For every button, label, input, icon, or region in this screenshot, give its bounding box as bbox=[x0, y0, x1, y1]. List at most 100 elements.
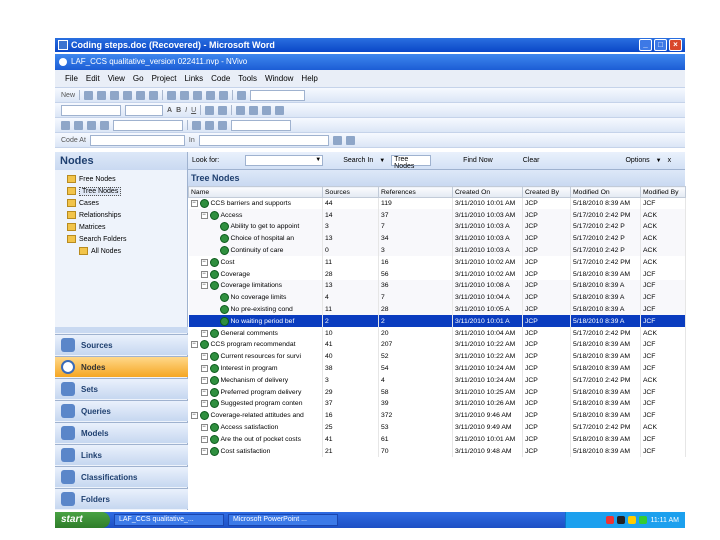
nav-models-button[interactable]: Models bbox=[55, 422, 188, 443]
dropdown-arrow-icon[interactable]: ▼ bbox=[656, 158, 662, 164]
find-now-button[interactable]: Find Now bbox=[463, 157, 493, 164]
table-row[interactable]: − Are the out of pocket costs 41 61 3/11/201… bbox=[188, 433, 686, 446]
expand-toggle-icon[interactable]: − bbox=[200, 388, 208, 396]
clock[interactable]: 11:11 AM bbox=[650, 517, 679, 524]
nav-queries-button[interactable]: Queries bbox=[55, 400, 188, 421]
code-at-dropdown[interactable] bbox=[89, 134, 185, 146]
paste-icon[interactable] bbox=[136, 90, 146, 100]
start-button[interactable]: start bbox=[55, 512, 110, 528]
print-icon[interactable] bbox=[97, 90, 107, 100]
taskbar-item-nvivo[interactable]: LAF_CCS qualitative_... bbox=[114, 514, 224, 526]
menu-window[interactable]: Window bbox=[265, 74, 293, 83]
close-button[interactable]: × bbox=[669, 39, 682, 51]
expand-toggle-icon[interactable]: − bbox=[190, 341, 198, 349]
nav-classifications-button[interactable]: Classifications bbox=[55, 466, 188, 487]
table-row[interactable]: Ability to get to appoint 3 7 3/11/2010 10:… bbox=[188, 221, 686, 233]
tree-item-matrices[interactable]: Matrices bbox=[67, 221, 187, 233]
expand-toggle-icon[interactable]: − bbox=[200, 424, 208, 432]
col-modified-on-header[interactable]: Modified On bbox=[570, 186, 641, 198]
col-created-on-header[interactable]: Created On bbox=[452, 186, 523, 198]
table-row[interactable]: − Coverage-related attitudes and 16 372 3/11… bbox=[188, 409, 686, 422]
expand-toggle-icon[interactable]: − bbox=[200, 211, 208, 219]
table-row[interactable]: − Coverage 28 56 3/11/2010 10:02 AM JCP 5/18/2… bbox=[188, 268, 686, 281]
expand-toggle-icon[interactable]: − bbox=[200, 270, 208, 278]
table-row[interactable]: − Access satisfaction 25 53 3/11/2010 9:49 A… bbox=[188, 421, 686, 434]
col-references-header[interactable]: References bbox=[378, 186, 453, 198]
menu-view[interactable]: View bbox=[108, 74, 125, 83]
expand-toggle-icon[interactable]: − bbox=[200, 435, 208, 443]
taskbar-item-powerpoint[interactable]: Microsoft PowerPoint ... bbox=[228, 514, 338, 526]
search-in-field[interactable]: Tree Nodes bbox=[391, 155, 432, 170]
tree-item-cases[interactable]: Cases bbox=[67, 197, 187, 209]
menu-project[interactable]: Project bbox=[152, 74, 177, 83]
tray-icon[interactable] bbox=[639, 516, 648, 524]
col-created-by-header[interactable]: Created By bbox=[522, 186, 571, 198]
search-in-button[interactable]: Search In bbox=[343, 157, 373, 164]
find-icon[interactable] bbox=[219, 90, 229, 100]
menu-help[interactable]: Help bbox=[301, 74, 317, 83]
nvivo-title-bar[interactable]: LAF_CCS qualitative_version 022411.nvp -… bbox=[55, 54, 685, 70]
chart-icon[interactable] bbox=[237, 90, 247, 100]
tree-item-relationships[interactable]: Relationships bbox=[67, 209, 187, 221]
highlight-icon[interactable] bbox=[205, 105, 215, 115]
font-size-dropdown[interactable] bbox=[125, 104, 163, 116]
expand-toggle-icon[interactable]: − bbox=[200, 376, 208, 384]
menu-go[interactable]: Go bbox=[133, 74, 144, 83]
properties-icon[interactable] bbox=[206, 90, 216, 100]
tray-icon[interactable] bbox=[617, 516, 626, 524]
expand-toggle-icon[interactable]: − bbox=[200, 329, 208, 337]
table-row[interactable]: − General comments 10 20 3/11/2010 10:04 AM J… bbox=[188, 327, 686, 340]
expand-toggle-icon[interactable]: − bbox=[190, 200, 198, 208]
table-row[interactable]: − Cost satisfaction 21 70 3/11/2010 9:48 AM J… bbox=[188, 445, 686, 458]
tree-item-free-nodes[interactable]: Free Nodes bbox=[67, 173, 187, 185]
play-icon[interactable] bbox=[61, 120, 70, 130]
tray-icon[interactable] bbox=[606, 516, 615, 524]
bold-b-button[interactable]: B bbox=[176, 107, 181, 114]
nav-nodes-button[interactable]: Nodes bbox=[55, 356, 188, 377]
col-name-header[interactable]: Name bbox=[188, 186, 323, 198]
nav-sets-button[interactable]: Sets bbox=[55, 378, 188, 399]
underline-button[interactable]: U bbox=[191, 107, 196, 114]
table-row[interactable]: − CCS barriers and supports 44 119 3/11/2010… bbox=[188, 197, 686, 210]
italic-button[interactable]: I bbox=[185, 107, 187, 114]
indent-icon[interactable] bbox=[180, 90, 190, 100]
table-row[interactable]: − Preferred program delivery 29 58 3/11/2010… bbox=[188, 386, 686, 399]
tree-item-search-folders[interactable]: Search Folders bbox=[67, 233, 187, 245]
table-row[interactable]: No coverage limits 4 7 3/11/2010 10:04 A JCP… bbox=[188, 291, 686, 304]
nav-folders-button[interactable]: Folders bbox=[55, 488, 188, 509]
look-for-input[interactable]: ▼ bbox=[245, 155, 324, 166]
menu-edit[interactable]: Edit bbox=[86, 74, 100, 83]
save-icon[interactable] bbox=[84, 90, 94, 100]
expand-toggle-icon[interactable]: − bbox=[200, 353, 208, 361]
menu-file[interactable]: File bbox=[65, 74, 78, 83]
refresh-icon[interactable] bbox=[193, 90, 203, 100]
style-dropdown[interactable] bbox=[61, 104, 121, 116]
table-row[interactable]: − Current resources for survi 40 52 3/11/201… bbox=[188, 350, 686, 363]
close-find-icon[interactable]: x bbox=[668, 157, 672, 164]
nav-sources-button[interactable]: Sources bbox=[55, 334, 188, 355]
table-row[interactable]: Continuity of care 0 3 3/11/2010 10:03 A JCP… bbox=[188, 244, 686, 257]
menu-code[interactable]: Code bbox=[211, 74, 230, 83]
table-row[interactable]: − Coverage limitations 13 36 3/11/2010 10:08… bbox=[188, 280, 686, 292]
rewind-icon[interactable] bbox=[87, 120, 96, 130]
layout-dropdown[interactable] bbox=[231, 119, 291, 131]
cut-icon[interactable] bbox=[110, 90, 120, 100]
table-row[interactable]: − CCS program recommendat 41 207 3/11/2010 1… bbox=[188, 339, 686, 351]
expand-toggle-icon[interactable]: − bbox=[200, 400, 208, 408]
nav-links-button[interactable]: Links bbox=[55, 444, 188, 465]
menu-tools[interactable]: Tools bbox=[238, 74, 257, 83]
align-right-icon[interactable] bbox=[262, 105, 272, 115]
fast-forward-icon[interactable] bbox=[100, 120, 109, 130]
code-icon[interactable] bbox=[332, 135, 342, 145]
expand-toggle-icon[interactable]: − bbox=[200, 365, 208, 373]
maximize-button[interactable]: □ bbox=[654, 39, 667, 51]
table-row[interactable]: No pre-existing cond 11 28 3/11/2010 10:05 … bbox=[188, 303, 686, 316]
tree-item-tree-nodes[interactable]: Tree Nodes bbox=[67, 185, 187, 197]
menu-links[interactable]: Links bbox=[184, 74, 203, 83]
align-left-icon[interactable] bbox=[236, 105, 246, 115]
align-center-icon[interactable] bbox=[249, 105, 259, 115]
table-row[interactable]: − Mechanism of delivery 3 4 3/11/2010 10:24 … bbox=[188, 374, 686, 387]
layout-icon[interactable] bbox=[218, 120, 227, 130]
expand-toggle-icon[interactable]: − bbox=[200, 258, 208, 266]
dropdown-arrow-icon[interactable]: ▼ bbox=[379, 158, 385, 164]
